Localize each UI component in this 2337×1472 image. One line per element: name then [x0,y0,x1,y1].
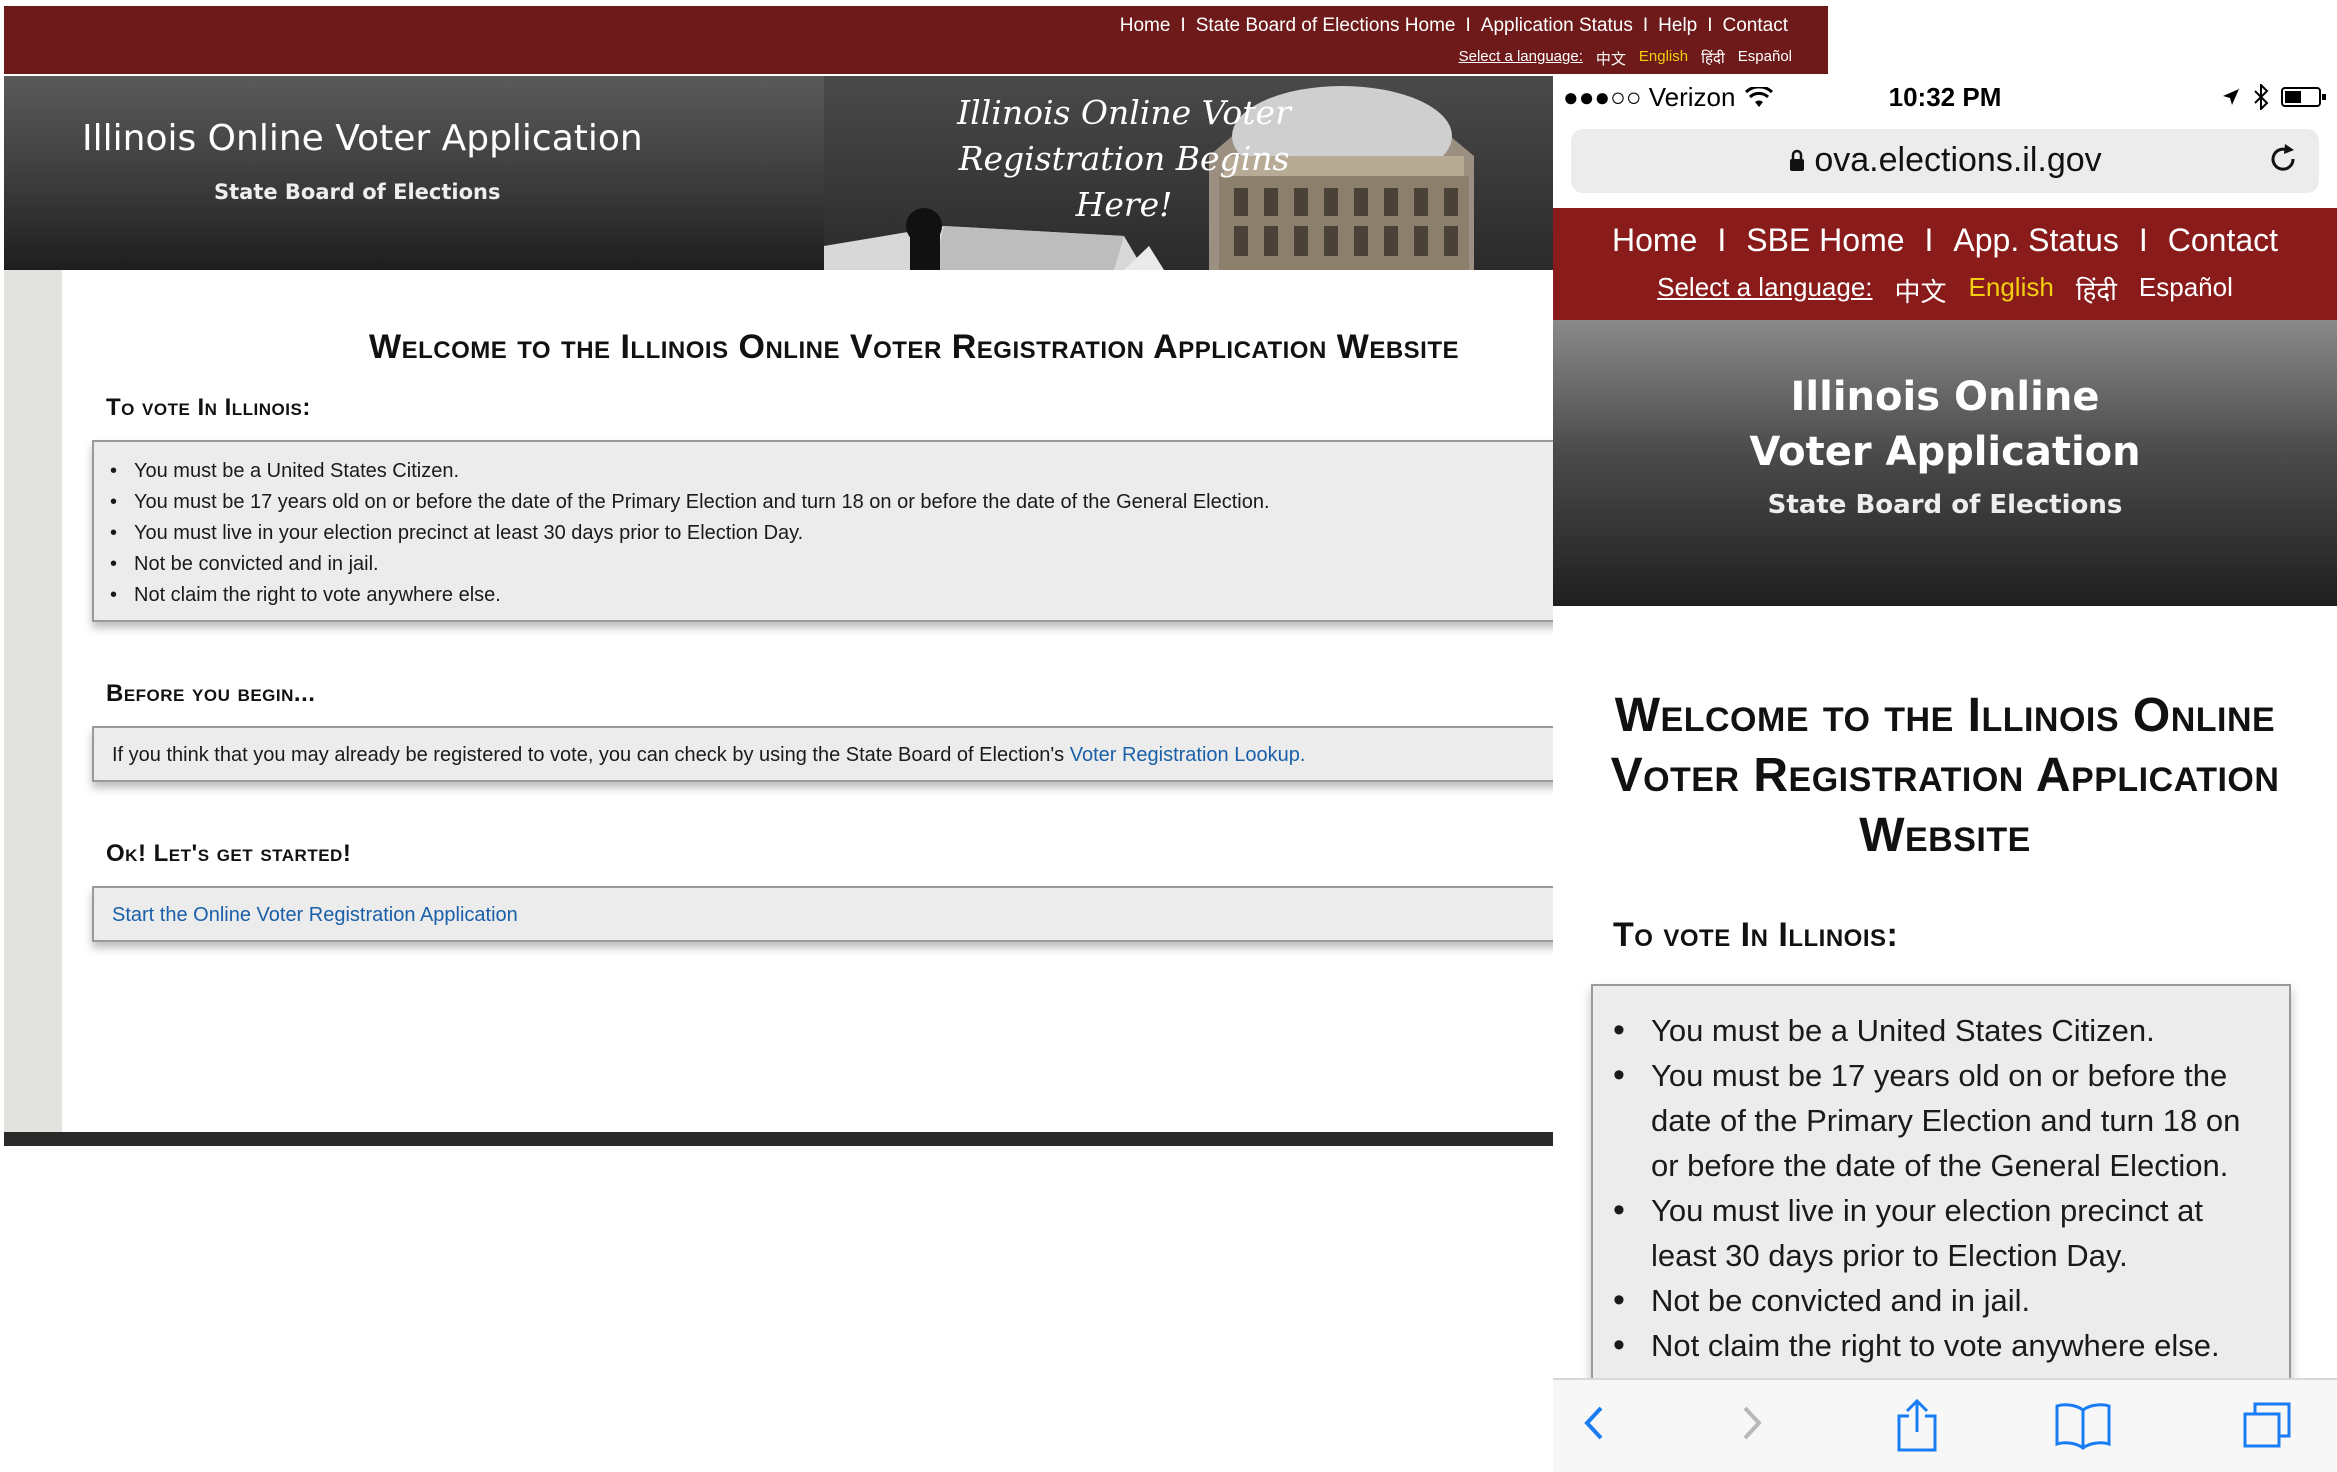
requirements-list: You must be a United States Citizen. You… [94,442,1730,611]
list-item: Not be convicted and in jail. [94,549,1730,580]
slogan-line-2: Registration Begins Here! [958,139,1290,224]
status-right [2221,84,2327,110]
mobile-site-subtitle: State Board of Elections [1767,490,2123,520]
mobile-nav-bar: Home I SBE Home I App. Status I Contact … [1553,208,2337,320]
top-nav: Home I State Board of Elections Home I A… [1120,15,1788,37]
voter-lookup-link[interactable]: Voter Registration Lookup. [1070,744,1306,766]
language-spanish[interactable]: Español [2139,272,2233,309]
address-bar[interactable]: ova.elections.il.gov [1571,129,2319,193]
list-item: You must be a United States Citizen. [94,456,1730,487]
list-item: You must be 17 years old on or before th… [94,487,1730,518]
language-chinese[interactable]: 中文 [1895,272,1947,309]
nav-home[interactable]: Home [1120,15,1171,37]
mobile-nav-app-status[interactable]: App. Status [1953,222,2118,259]
welcome-title: Welcome to the Illinois Online Voter Reg… [368,328,1460,366]
status-time: 10:32 PM [1888,82,2002,112]
nav-separator: I [1642,15,1649,36]
nav-separator: I [1707,15,1713,36]
start-paragraph: Start the Online Voter Registration Appl… [94,888,1730,942]
mobile-requirements-box: You must be a United States Citizen. You… [1591,984,2291,1404]
url-display[interactable]: ova.elections.il.gov [1571,141,2319,180]
tabs-icon[interactable] [2241,1398,2297,1450]
nav-application-status[interactable]: Application Status [1481,15,1633,37]
to-vote-heading: To vote In Illinois: [106,394,311,421]
before-paragraph: If you think that you may already be reg… [94,728,1730,782]
url-text: ova.elections.il.gov [1814,141,2102,179]
requirements-box: You must be a United States Citizen. You… [92,440,1732,622]
start-box: Start the Online Voter Registration Appl… [92,886,1732,942]
site-header: Illinois Online Voter Application State … [4,76,1554,270]
forward-icon[interactable] [1731,1398,1771,1448]
mobile-welcome-title: Welcome to the Illinois Online Voter Reg… [1610,689,2280,862]
bookmarks-icon[interactable] [2053,1398,2113,1450]
bluetooth-icon [2254,84,2269,110]
mobile-nav-home[interactable]: Home [1612,222,1697,259]
mobile-requirements-list: You must be a United States Citizen. You… [1593,986,2289,1368]
language-chinese[interactable]: 中文 [1596,48,1626,69]
language-spanish[interactable]: Español [1738,48,1792,69]
list-item: Not claim the right to vote anywhere els… [94,580,1730,611]
nav-separator: I [1924,222,1934,258]
battery-icon [2281,87,2326,107]
list-item: Not be convicted and in jail. [1593,1278,2289,1323]
language-label: Select a language: [1458,48,1583,65]
language-english[interactable]: English [1969,272,2054,309]
start-application-link[interactable]: Start the Online Voter Registration Appl… [112,904,518,926]
language-selector: Select a language: 中文 English हिंदी Espa… [1459,48,1792,69]
nav-separator: I [2138,222,2148,258]
slogan-line-1: Illinois Online Voter [957,93,1291,132]
nav-separator: I [1465,15,1471,36]
mobile-site-header: Illinois Online Voter Application State … [1553,320,2337,606]
banner-slogan: Illinois Online Voter Registration Begin… [924,90,1324,228]
list-item: Not claim the right to vote anywhere els… [1593,1323,2289,1368]
list-item: You must live in your election precinct … [1593,1188,2289,1278]
language-english[interactable]: English [1639,48,1688,69]
language-label: Select a language: [1657,272,1873,302]
language-hindi[interactable]: हिंदी [2076,272,2117,309]
location-arrow-icon [2223,89,2239,105]
nav-sbe-home[interactable]: State Board of Elections Home [1196,15,1456,37]
list-item: You must be 17 years old on or before th… [1593,1053,2289,1188]
title-line-1: Illinois Online [1790,374,2100,420]
left-gutter [4,270,62,1132]
ios-status-bar: ●●●○○ Verizon 10:32 PM [1553,76,2337,126]
mobile-site-title: Illinois Online Voter Application [1553,370,2337,480]
reload-icon[interactable] [2265,141,2301,177]
mobile-to-vote-heading: To vote In Illinois: [1613,916,1899,954]
title-line-2: Voter Application [1749,429,2141,475]
before-box: If you think that you may already be reg… [92,726,1732,782]
nav-separator: I [1180,15,1186,36]
safari-toolbar [1553,1378,2337,1472]
list-item: You must live in your election precinct … [94,518,1730,549]
main-content: Welcome to the Illinois Online Voter Reg… [4,270,1732,1132]
language-hindi[interactable]: हिंदी [1701,48,1725,69]
lock-icon [1790,149,1805,171]
page-footer-bar [4,1132,1554,1146]
desktop-view: Home I State Board of Elections Home I A… [0,0,1828,1150]
before-heading: Before you begin... [106,680,316,707]
share-icon[interactable] [1893,1398,1941,1454]
mobile-nav-contact[interactable]: Contact [2168,222,2278,259]
before-text: If you think that you may already be reg… [112,744,1065,766]
site-subtitle: State Board of Elections [214,180,501,204]
nav-contact[interactable]: Contact [1723,15,1788,37]
nav-help[interactable]: Help [1658,15,1697,37]
site-title: Illinois Online Voter Application [82,118,643,159]
list-item: You must be a United States Citizen. [1593,1008,2289,1053]
mobile-language-selector: Select a language: 中文 English हिंदी Espa… [1553,272,2337,309]
back-icon[interactable] [1575,1398,1615,1448]
top-nav-bar: Home I State Board of Elections Home I A… [4,6,1828,74]
mobile-view: ●●●○○ Verizon 10:32 PM ova.elections.il.… [1553,76,2337,1472]
mobile-nav: Home I SBE Home I App. Status I Contact [1553,222,2337,259]
mobile-nav-sbe-home[interactable]: SBE Home [1746,222,1904,259]
nav-separator: I [1717,222,1727,258]
start-heading: Ok! Let's get started! [106,840,352,867]
